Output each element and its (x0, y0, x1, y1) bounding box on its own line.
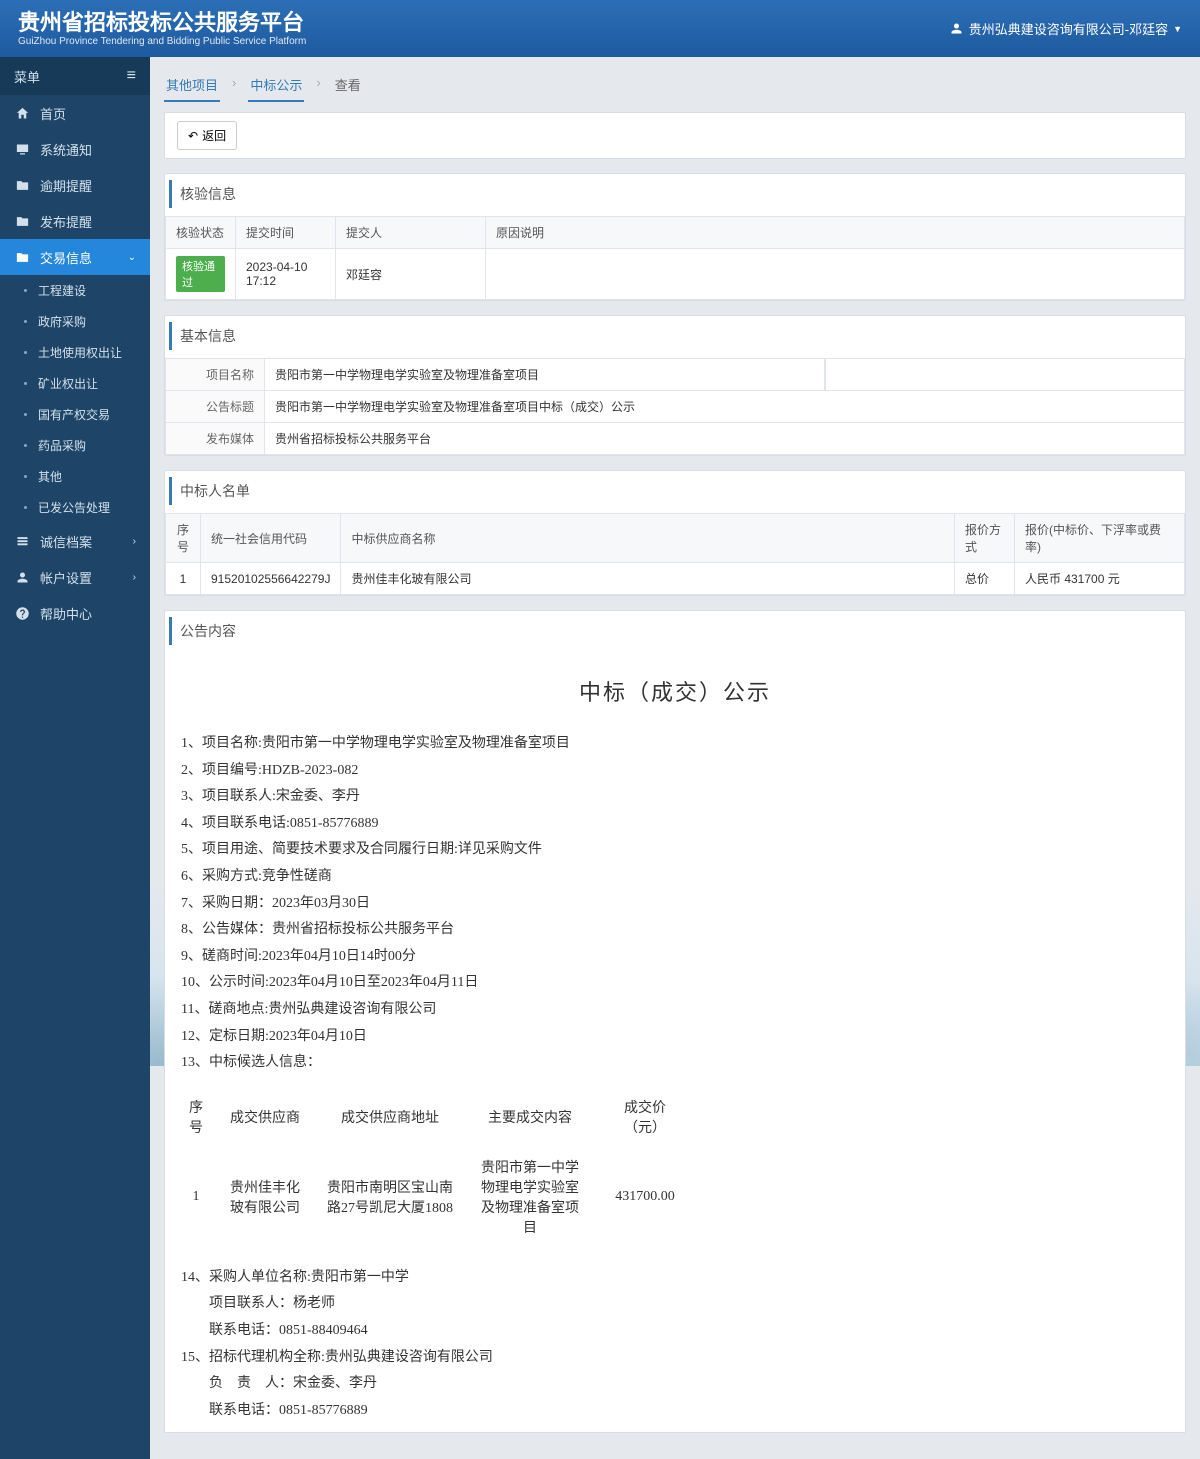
sidebar-subitem-3[interactable]: 矿业权出让 (0, 368, 150, 399)
chevron-right-icon: › (133, 572, 136, 583)
menu-label: 菜单 (14, 67, 40, 86)
notice-line: 3、项目联系人:宋金委、李丹 (181, 784, 1169, 811)
chevron-down-icon: ⌄ (128, 252, 136, 263)
candidate-table: 序号 成交供应商 成交供应商地址 主要成交内容 成交价（元） 1 贵州佳丰化玻有… (177, 1087, 695, 1247)
caret-down-icon: ▼ (1173, 24, 1182, 34)
basic-panel: 基本信息 项目名称贵阳市第一中学物理电学实验室及物理准备室项目公告标题贵阳市第一… (164, 315, 1186, 456)
notice-panel: 公告内容 中标（成交）公示 1、项目名称:贵阳市第一中学物理电学实验室及物理准备… (164, 610, 1186, 1433)
notice-line: 1、项目名称:贵阳市第一中学物理电学实验室及物理准备室项目 (181, 731, 1169, 758)
user-name: 贵州弘典建设咨询有限公司-邓廷容 (969, 19, 1168, 38)
chevron-right-icon: › (133, 536, 136, 547)
sidebar-subitem-0[interactable]: 工程建设 (0, 275, 150, 306)
user-icon (14, 569, 30, 586)
winners-panel: 中标人名单 序号 统一社会信用代码 中标供应商名称 报价方式 报价(中标价、下浮… (164, 470, 1186, 596)
sidebar-item-2[interactable]: 逾期提醒 (0, 167, 150, 203)
notice-line: 10、公示时间:2023年04月10日至2023年04月11日 (181, 970, 1169, 997)
sidebar-subitem-7[interactable]: 已发公告处理 (0, 492, 150, 523)
sidebar-item-1[interactable]: 系统通知 (0, 131, 150, 167)
notice-line: 13、中标候选人信息： (181, 1050, 1169, 1077)
sidebar-tail-2[interactable]: 帮助中心 (0, 595, 150, 631)
crumb-0[interactable]: 其他项目 (164, 69, 220, 102)
notice-tail-line: 联系电话：0851-85776889 (181, 1398, 1169, 1425)
monitor-icon (14, 141, 30, 158)
notice-line: 7、采购日期：2023年03月30日 (181, 891, 1169, 918)
winners-section-title: 中标人名单 (169, 477, 1181, 505)
sidebar-item-4[interactable]: 交易信息⌄ (0, 239, 150, 275)
back-button[interactable]: ↶ 返回 (177, 121, 237, 150)
sidebar-tail-1[interactable]: 帐户设置› (0, 559, 150, 595)
notice-line: 6、采购方式:竞争性磋商 (181, 864, 1169, 891)
crumb-2: 查看 (333, 69, 363, 102)
sidebar: 菜单 ≡ 首页系统通知逾期提醒发布提醒交易信息⌄ 工程建设政府采购土地使用权出让… (0, 57, 150, 1459)
menu-header: 菜单 ≡ (0, 57, 150, 95)
notice-tail-line: 14、采购人单位名称:贵阳市第一中学 (181, 1265, 1169, 1292)
sidebar-tail-0[interactable]: 诚信档案› (0, 523, 150, 559)
notice-title: 中标（成交）公示 (177, 675, 1173, 707)
sidebar-subitem-4[interactable]: 国有产权交易 (0, 399, 150, 430)
breadcrumb: 其他项目 › 中标公示 › 查看 (164, 69, 1186, 102)
notice-section-title: 公告内容 (169, 617, 1181, 645)
notice-line: 9、磋商时间:2023年04月10日14时00分 (181, 944, 1169, 971)
notice-line: 5、项目用途、简要技术要求及合同履行日期:详见采购文件 (181, 837, 1169, 864)
sidebar-item-0[interactable]: 首页 (0, 95, 150, 131)
notice-line: 8、公告媒体：贵州省招标投标公共服务平台 (181, 917, 1169, 944)
folder-icon (14, 249, 30, 266)
main-content: 其他项目 › 中标公示 › 查看 ↶ 返回 核验信息 核验状态 提交时间 提交人… (150, 57, 1200, 1459)
user-icon (949, 21, 964, 36)
notice-tail-line: 联系电话：0851-88409464 (181, 1318, 1169, 1345)
basic-row-1: 公告标题贵阳市第一中学物理电学实验室及物理准备室项目中标（成交）公示 (165, 391, 1185, 423)
basic-section-title: 基本信息 (169, 322, 1181, 350)
basic-row-0: 项目名称贵阳市第一中学物理电学实验室及物理准备室项目 (165, 358, 1185, 391)
sidebar-subitem-6[interactable]: 其他 (0, 461, 150, 492)
notice-line: 2、项目编号:HDZB-2023-082 (181, 758, 1169, 785)
notice-tail-line: 15、招标代理机构全称:贵州弘典建设咨询有限公司 (181, 1345, 1169, 1372)
app-title: 贵州省招标投标公共服务平台 (18, 10, 306, 36)
back-arrow-icon: ↶ (188, 129, 198, 143)
notice-tail-line: 负 责 人：宋金委、李丹 (181, 1371, 1169, 1398)
verify-section-title: 核验信息 (169, 180, 1181, 208)
crumb-1[interactable]: 中标公示 (248, 69, 304, 102)
candidate-row: 1 贵州佳丰化玻有限公司 贵阳市南明区宝山南路27号凯尼大厦1808 贵阳市第一… (177, 1147, 695, 1247)
notice-tail-line: 项目联系人：杨老师 (181, 1291, 1169, 1318)
basic-row-2: 发布媒体贵州省招标投标公共服务平台 (165, 423, 1185, 455)
user-menu[interactable]: 贵州弘典建设咨询有限公司-邓廷容 ▼ (949, 19, 1182, 38)
sidebar-item-3[interactable]: 发布提醒 (0, 203, 150, 239)
sidebar-subitem-2[interactable]: 土地使用权出让 (0, 337, 150, 368)
help-icon (14, 605, 30, 622)
winner-row: 1 91520102556642279J 贵州佳丰化玻有限公司 总价 人民币 4… (166, 563, 1185, 595)
verify-row: 核验通过 2023-04-10 17:12 邓廷容 (166, 249, 1185, 300)
list-icon (14, 533, 30, 550)
app-header: 贵州省招标投标公共服务平台 GuiZhou Province Tendering… (0, 0, 1200, 57)
folder-icon (14, 213, 30, 230)
notice-line: 12、定标日期:2023年04月10日 (181, 1024, 1169, 1051)
app-subtitle: GuiZhou Province Tendering and Bidding P… (18, 36, 306, 47)
folder-icon (14, 177, 30, 194)
status-badge: 核验通过 (176, 256, 225, 292)
home-icon (14, 105, 30, 122)
verify-panel: 核验信息 核验状态 提交时间 提交人 原因说明 核验通过 2023-04-10 … (164, 173, 1186, 301)
hamburger-icon[interactable]: ≡ (127, 67, 136, 85)
notice-line: 11、磋商地点:贵州弘典建设咨询有限公司 (181, 997, 1169, 1024)
sidebar-subitem-5[interactable]: 药品采购 (0, 430, 150, 461)
sidebar-subitem-1[interactable]: 政府采购 (0, 306, 150, 337)
notice-line: 4、项目联系电话:0851-85776889 (181, 811, 1169, 838)
